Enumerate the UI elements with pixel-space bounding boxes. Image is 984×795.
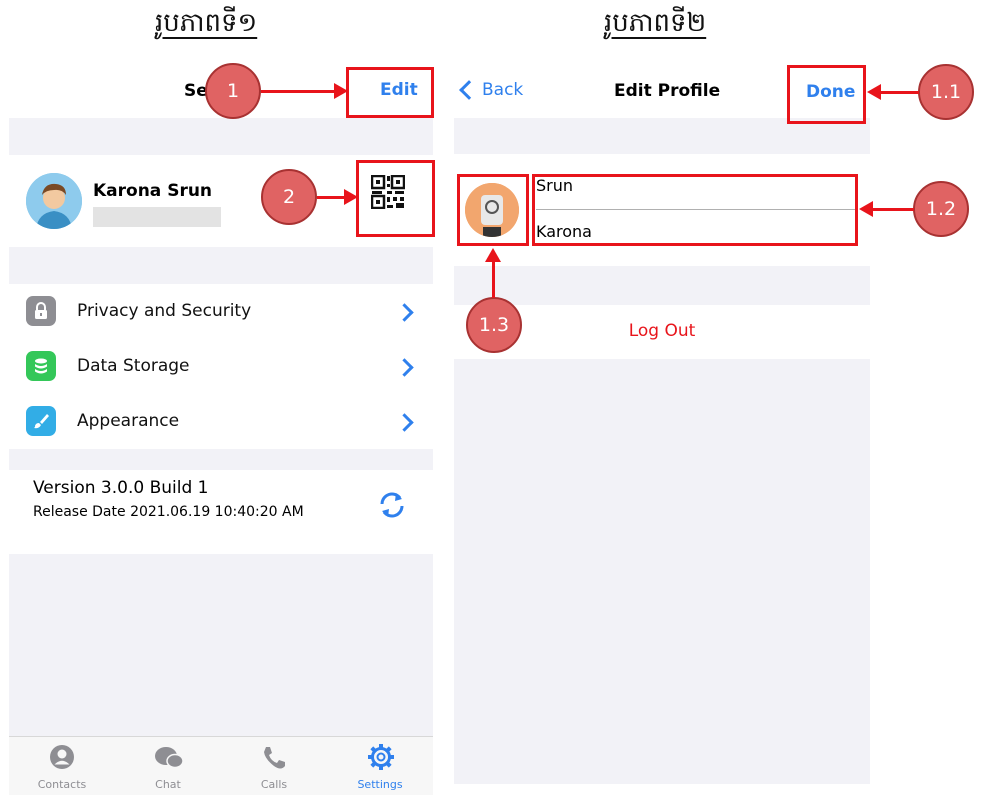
highlight-avatar	[457, 174, 529, 246]
refresh-icon[interactable]	[377, 490, 407, 524]
annotation-arrow	[872, 208, 914, 211]
caption-screen-1: រូបភាពទី១	[155, 8, 258, 38]
annotation-badge-1: 1	[205, 63, 261, 119]
profile-name: Karona Srun	[93, 181, 213, 201]
settings-item-appearance[interactable]: Appearance	[9, 394, 433, 449]
tab-label: Contacts	[37, 778, 87, 791]
settings-list: Privacy and Security Data Storage Appear…	[9, 284, 433, 449]
caption-screen-2: រូបភាពទី២	[604, 8, 707, 38]
avatar-person-icon	[26, 173, 82, 229]
settings-item-data-storage[interactable]: Data Storage	[9, 339, 433, 394]
arrowhead-icon	[859, 201, 873, 217]
settings-item-label: Appearance	[77, 411, 180, 431]
arrowhead-icon	[344, 189, 358, 205]
annotation-arrow	[880, 91, 919, 94]
arrowhead-icon	[867, 84, 881, 100]
tab-label: Chat	[155, 778, 181, 791]
avatar	[26, 173, 82, 229]
tab-contacts[interactable]: Contacts	[9, 737, 115, 795]
annotation-arrow	[261, 90, 335, 93]
back-label: Back	[482, 80, 524, 100]
annotation-badge-1-3: 1.3	[466, 297, 522, 353]
profile-subtitle-placeholder	[93, 207, 221, 227]
tab-chat[interactable]: Chat	[115, 737, 221, 795]
tab-label: Calls	[260, 778, 288, 791]
annotation-badge-1-2: 1.2	[913, 181, 969, 237]
arrowhead-icon	[485, 248, 501, 262]
tab-calls[interactable]: Calls	[221, 737, 327, 795]
annotation-badge-2: 2	[261, 169, 317, 225]
tab-label: Settings	[357, 778, 403, 791]
annotation-badge-1-1: 1.1	[918, 64, 974, 120]
person-icon	[50, 745, 74, 769]
version-text: Version 3.0.0 Build 1	[33, 478, 209, 498]
database-icon	[26, 351, 56, 381]
back-button[interactable]: Back	[459, 80, 524, 100]
chevron-right-icon	[395, 358, 414, 377]
highlight-edit	[346, 67, 434, 118]
highlight-done	[787, 65, 866, 124]
phone-icon	[264, 747, 285, 769]
gear-icon	[368, 744, 394, 770]
settings-item-privacy[interactable]: Privacy and Security	[9, 284, 433, 339]
edit-profile-title: Edit Profile	[614, 81, 721, 101]
chat-bubbles-icon	[155, 747, 184, 769]
settings-item-label: Data Storage	[77, 356, 190, 376]
arrowhead-icon	[334, 83, 348, 99]
highlight-qr	[356, 160, 435, 237]
chevron-left-icon	[459, 80, 479, 100]
tab-settings[interactable]: Settings	[327, 737, 433, 795]
edit-profile-screen: Back Edit Profile Done Srun Karona Log O…	[454, 62, 870, 784]
lock-icon	[26, 296, 56, 326]
brush-icon	[26, 406, 56, 436]
release-date-text: Release Date 2021.06.19 10:40:20 AM	[33, 504, 304, 520]
version-section: Version 3.0.0 Build 1 Release Date 2021.…	[9, 470, 433, 554]
chevron-right-icon	[395, 413, 414, 432]
highlight-names	[532, 174, 858, 246]
annotation-arrow	[317, 196, 345, 199]
tab-bar: Contacts Chat Calls Settings	[9, 736, 433, 795]
chevron-right-icon	[395, 303, 414, 322]
annotation-arrow	[492, 261, 495, 298]
settings-item-label: Privacy and Security	[77, 301, 252, 321]
